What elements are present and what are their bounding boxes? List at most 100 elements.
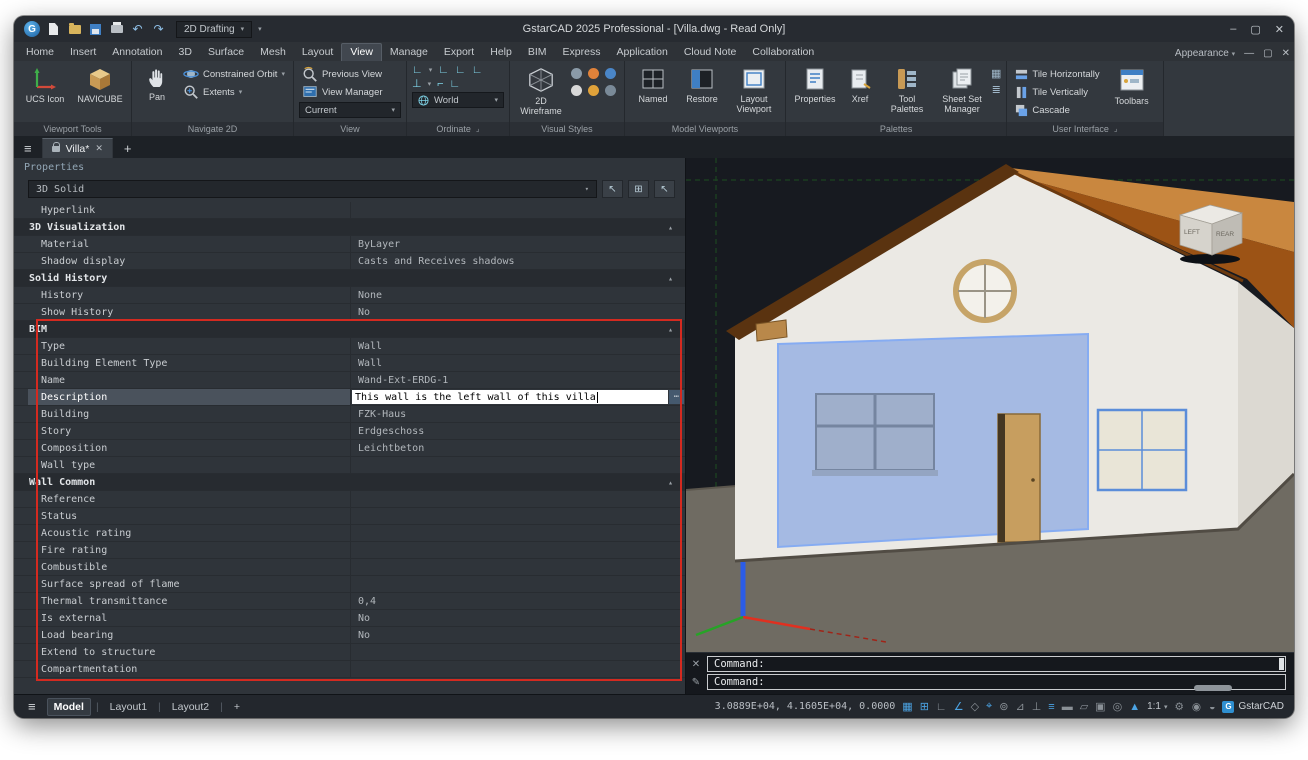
visual-style-sphere-icon[interactable] xyxy=(604,67,617,80)
property-shadow-display[interactable]: Shadow displayCasts and Receives shadows xyxy=(14,253,685,270)
selection-cycling-toggle[interactable]: ◎ xyxy=(1113,700,1123,713)
category-solid-history[interactable]: Solid History▴ xyxy=(14,270,685,287)
object-type-dropdown[interactable]: 3D Solid ▾ xyxy=(28,180,597,198)
description-expand-button[interactable]: ⋯ xyxy=(669,390,684,404)
maximize-button[interactable]: ▢ xyxy=(1250,23,1260,36)
property-value[interactable]: Wand-Ext-ERDG-1 xyxy=(350,372,685,388)
property-reference[interactable]: Reference xyxy=(14,491,685,508)
property-name[interactable]: NameWand-Ext-ERDG-1 xyxy=(14,372,685,389)
annotation-scale-control[interactable]: 1:1 ▾ xyxy=(1147,701,1167,712)
command-history[interactable]: Command: xyxy=(707,656,1286,672)
ribbon-tab-layout[interactable]: Layout xyxy=(294,44,342,61)
minimize-button[interactable]: – xyxy=(1230,23,1236,36)
annotation-visibility-toggle[interactable]: ▲ xyxy=(1129,701,1140,713)
doc-restore-button[interactable]: ▢ xyxy=(1263,48,1272,59)
viewport-3d[interactable]: LEFT REAR xyxy=(686,158,1294,652)
layout-tab-layout2[interactable]: Layout2 xyxy=(166,699,215,715)
pencil-icon[interactable]: ✎ xyxy=(689,677,703,688)
undo-button[interactable]: ↶ xyxy=(130,22,145,37)
quick-properties-toggle[interactable]: ▣ xyxy=(1095,700,1105,713)
ribbon-tab-bim[interactable]: BIM xyxy=(520,44,555,61)
property-value[interactable]: Leichtbeton xyxy=(350,440,685,456)
tile-horizontally-button[interactable]: Tile Horizontally xyxy=(1012,66,1102,82)
collapse-icon[interactable]: ▴ xyxy=(668,478,673,487)
collapse-icon[interactable]: ▴ xyxy=(668,325,673,334)
property-value[interactable]: FZK-Haus xyxy=(350,406,685,422)
settings-gear-icon[interactable]: ⚙ xyxy=(1175,701,1184,713)
property-value[interactable] xyxy=(350,644,685,660)
property-compartmentation[interactable]: Compartmentation xyxy=(14,661,685,678)
category-wall-common[interactable]: Wall Common▴ xyxy=(14,474,685,491)
property-status[interactable]: Status xyxy=(14,508,685,525)
layout-viewport-button[interactable]: Layout Viewport xyxy=(728,64,780,117)
cascade-button[interactable]: Cascade xyxy=(1012,102,1102,118)
object-snap-toggle[interactable]: ⌖ xyxy=(986,700,992,713)
property-type[interactable]: TypeWall xyxy=(14,338,685,355)
visual-style-sphere-icon[interactable] xyxy=(570,67,583,80)
new-file-button[interactable] xyxy=(46,22,61,37)
property-value[interactable] xyxy=(350,491,685,507)
ucs-icon-button[interactable]: UCS Icon xyxy=(19,64,71,106)
property-value[interactable]: 0,4 xyxy=(350,593,685,609)
object-snap-tracking-toggle[interactable]: ⊿ xyxy=(1015,700,1024,713)
ribbon-tab-annotation[interactable]: Annotation xyxy=(104,44,170,61)
property-building[interactable]: BuildingFZK-Haus xyxy=(14,406,685,423)
select-objects-button[interactable]: ↖ xyxy=(654,180,675,198)
quick-access-overflow-icon[interactable]: ▾ xyxy=(258,25,262,33)
property-acoustic-rating[interactable]: Acoustic rating xyxy=(14,525,685,542)
layout-tab-layout1[interactable]: Layout1 xyxy=(104,699,153,715)
pan-button[interactable]: Pan xyxy=(137,64,177,104)
ucs-3point-icon[interactable]: ∟ xyxy=(450,78,461,90)
redo-button[interactable]: ↷ xyxy=(151,22,166,37)
chevron-down-icon[interactable]: ▾ xyxy=(428,80,432,88)
property-hyperlink[interactable]: Hyperlink xyxy=(14,202,685,219)
ribbon-tab-express[interactable]: Express xyxy=(555,44,609,61)
ribbon-tab-cloud-note[interactable]: Cloud Note xyxy=(676,44,745,61)
new-layout-button[interactable]: + xyxy=(228,699,246,715)
dialog-launcher-icon[interactable]: ⌟ xyxy=(476,122,480,136)
property-value[interactable]: No xyxy=(350,610,685,626)
cancel-icon[interactable]: ✕ xyxy=(689,659,703,670)
view-manager-button[interactable]: View Manager xyxy=(299,84,401,100)
description-input[interactable]: This wall is the left wall of this villa xyxy=(352,390,668,404)
ribbon-tab-surface[interactable]: Surface xyxy=(200,44,252,61)
dialog-launcher-icon[interactable]: ⌟ xyxy=(1114,122,1118,136)
window-right[interactable] xyxy=(1098,410,1186,490)
entry-door[interactable] xyxy=(998,414,1040,542)
quick-calc-icon[interactable]: ≣ xyxy=(991,83,1001,96)
property-thermal-transmittance[interactable]: Thermal transmittance0,4 xyxy=(14,593,685,610)
ribbon-tab-insert[interactable]: Insert xyxy=(62,44,104,61)
polar-tracking-toggle[interactable]: ∠ xyxy=(954,700,964,713)
visual-style-sphere-icon[interactable] xyxy=(587,84,600,97)
graphics-status-icon[interactable]: ◉ xyxy=(1192,701,1201,713)
doc-minimize-button[interactable]: — xyxy=(1244,48,1254,59)
property-value[interactable] xyxy=(350,508,685,524)
new-drawing-button[interactable]: + xyxy=(119,141,137,158)
ribbon-tab-manage[interactable]: Manage xyxy=(382,44,436,61)
ribbon-tab-3d[interactable]: 3D xyxy=(171,44,200,61)
ucs-named-icon[interactable]: ∟ xyxy=(412,64,423,76)
visual-style-gallery[interactable] xyxy=(570,64,619,99)
property-value[interactable]: Casts and Receives shadows xyxy=(350,253,685,269)
category-3d-visualization[interactable]: 3D Visualization▴ xyxy=(14,219,685,236)
doc-close-button[interactable]: ✕ xyxy=(1282,48,1290,59)
3d-object-snap-toggle[interactable]: ⊚ xyxy=(999,700,1008,713)
cloud-sync-icon[interactable]: ◒ xyxy=(1209,701,1215,713)
property-combustible[interactable]: Combustible xyxy=(14,559,685,576)
dynamic-input-toggle[interactable]: ≡ xyxy=(1048,701,1054,713)
close-button[interactable]: ✕ xyxy=(1275,23,1284,36)
property-value[interactable] xyxy=(350,559,685,575)
xref-palette-button[interactable]: Xref xyxy=(842,64,878,106)
navicube-button[interactable]: NAVICUBE xyxy=(74,64,126,106)
ucs-z-axis-icon[interactable]: ⌐ xyxy=(437,78,443,90)
visual-style-2d-wireframe-button[interactable]: 2D Wireframe xyxy=(515,64,567,119)
property-fire-rating[interactable]: Fire rating xyxy=(14,542,685,559)
property-value[interactable] xyxy=(350,525,685,541)
property-value[interactable] xyxy=(350,457,685,473)
property-value[interactable]: None xyxy=(350,287,685,303)
transparency-toggle[interactable]: ▱ xyxy=(1080,700,1088,713)
property-value[interactable] xyxy=(350,576,685,592)
property-load-bearing[interactable]: Load bearingNo xyxy=(14,627,685,644)
drawing-tabs-menu-icon[interactable]: ≡ xyxy=(20,141,36,158)
ribbon-tab-mesh[interactable]: Mesh xyxy=(252,44,294,61)
